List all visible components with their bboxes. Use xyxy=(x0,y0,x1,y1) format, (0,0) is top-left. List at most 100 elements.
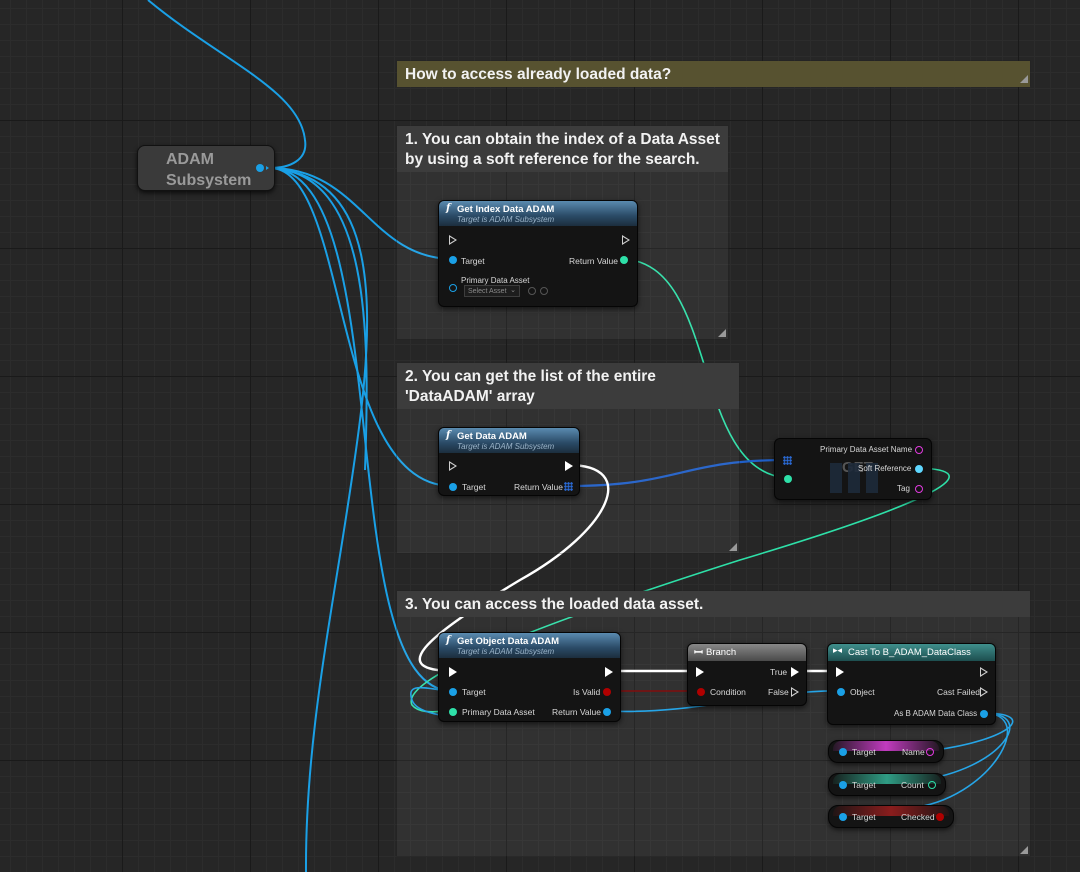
return-value-label: Return Value xyxy=(514,482,563,492)
exec-out-pin[interactable] xyxy=(980,667,988,677)
comment-title-3: 3. You can access the loaded data asset. xyxy=(397,591,1030,617)
node-header: f Get Data ADAM Target is ADAM Subsystem xyxy=(439,428,579,453)
node-header: ▸◂ Cast To B_ADAM_DataClass xyxy=(828,644,995,661)
branch-icon: ꟷ xyxy=(694,647,703,659)
cast-node[interactable]: ▸◂ Cast To B_ADAM_DataClass Object Cast … xyxy=(827,643,996,725)
return-value-pin[interactable] xyxy=(620,256,628,264)
exec-in-pin[interactable] xyxy=(449,667,457,677)
name-out-pin[interactable] xyxy=(915,446,923,454)
return-value-label: Return Value xyxy=(569,256,618,266)
wire-adam-down xyxy=(269,167,369,872)
exec-in-pin[interactable] xyxy=(836,667,844,677)
target-label: Target xyxy=(462,482,486,492)
function-icon: f xyxy=(446,635,451,646)
target-label: Target xyxy=(852,780,876,790)
exec-out-pin[interactable] xyxy=(565,461,573,471)
as-class-pin[interactable] xyxy=(980,710,988,718)
pin-arrow-icon xyxy=(266,166,269,170)
var-color-band xyxy=(833,774,941,784)
browse-icon[interactable] xyxy=(528,287,536,295)
true-exec-pin[interactable] xyxy=(791,667,799,677)
comment-title-1: 1. You can obtain the index of a Data As… xyxy=(397,126,728,172)
branch-node[interactable]: ꟷ Branch True Condition False xyxy=(687,643,807,706)
wire-adam-down-2 xyxy=(269,167,368,471)
soft-input-pin[interactable] xyxy=(784,475,792,483)
break-struct-node[interactable]: GET Primary Data Asset Name Soft Referen… xyxy=(774,438,932,500)
tag-out-pin[interactable] xyxy=(915,485,923,493)
checked-label: Checked xyxy=(901,812,935,822)
target-pin[interactable] xyxy=(449,256,457,264)
node-title: Get Object Data ADAM xyxy=(457,636,560,647)
soft-reference-pin[interactable] xyxy=(915,465,923,473)
node-title: Branch xyxy=(706,647,737,658)
var-getter-checked[interactable]: Target Checked xyxy=(828,805,954,828)
false-exec-pin[interactable] xyxy=(791,687,799,697)
primary-asset-pin[interactable] xyxy=(449,284,457,292)
select-asset-label: Select Asset xyxy=(468,288,507,295)
as-class-label: As B ADAM Data Class xyxy=(894,709,978,718)
exec-in-pin[interactable] xyxy=(449,461,457,471)
checked-out-pin[interactable] xyxy=(936,813,944,821)
return-value-pin[interactable] xyxy=(603,708,611,716)
target-pin[interactable] xyxy=(839,813,847,821)
node-header: f Get Object Data ADAM Target is ADAM Su… xyxy=(439,633,620,658)
comment-header-box[interactable]: How to access already loaded data? xyxy=(396,60,1031,87)
adam-subsystem-node[interactable]: ADAM Subsystem xyxy=(137,145,275,191)
exec-in-pin[interactable] xyxy=(449,235,457,245)
get-object-node[interactable]: f Get Object Data ADAM Target is ADAM Su… xyxy=(438,632,621,722)
soft-reference-label: Soft Reference xyxy=(858,464,912,473)
primary-asset-label: Primary Data Asset xyxy=(462,707,535,717)
exec-out-pin[interactable] xyxy=(622,235,630,245)
node-subtitle: Target is ADAM Subsystem xyxy=(457,442,555,451)
comment-title-2: 2. You can get the list of the entire 'D… xyxy=(397,363,739,409)
target-pin[interactable] xyxy=(449,483,457,491)
exec-in-pin[interactable] xyxy=(696,667,704,677)
cast-failed-label: Cast Failed xyxy=(937,687,980,697)
name-label: Name xyxy=(902,747,925,757)
name-pin-label: Primary Data Asset Name xyxy=(820,445,913,454)
search-icon[interactable] xyxy=(540,287,548,295)
target-pin[interactable] xyxy=(839,781,847,789)
condition-label: Condition xyxy=(710,687,746,697)
resize-handle-icon[interactable] xyxy=(1020,75,1028,83)
function-icon: f xyxy=(446,430,451,441)
exec-out-pin[interactable] xyxy=(605,667,613,677)
chevron-down-icon: ⌄ xyxy=(510,287,516,294)
count-out-pin[interactable] xyxy=(928,781,936,789)
primary-asset-pin[interactable] xyxy=(449,708,457,716)
resize-handle-icon[interactable] xyxy=(718,329,726,337)
get-index-node[interactable]: f Get Index Data ADAM Target is ADAM Sub… xyxy=(438,200,638,307)
array-pin-icon[interactable] xyxy=(564,482,573,491)
adam-output-pin[interactable] xyxy=(256,164,264,172)
is-valid-pin[interactable] xyxy=(603,688,611,696)
object-pin[interactable] xyxy=(837,688,845,696)
count-label: Count xyxy=(901,780,924,790)
return-value-label: Return Value xyxy=(552,707,601,717)
var-getter-name[interactable]: Target Name xyxy=(828,740,944,763)
var-getter-count[interactable]: Target Count xyxy=(828,773,946,796)
object-label: Object xyxy=(850,687,875,697)
wire-top-curve xyxy=(147,0,307,169)
is-valid-label: Is Valid xyxy=(573,687,601,697)
resize-handle-icon[interactable] xyxy=(1020,846,1028,854)
resize-handle-icon[interactable] xyxy=(729,543,737,551)
node-title: Get Index Data ADAM xyxy=(457,204,555,215)
target-label: Target xyxy=(852,812,876,822)
target-pin[interactable] xyxy=(839,748,847,756)
primary-asset-label: Primary Data Asset xyxy=(461,276,530,285)
cast-failed-pin[interactable] xyxy=(980,687,988,697)
node-subtitle: Target is ADAM Subsystem xyxy=(457,215,555,224)
array-input-pin[interactable] xyxy=(783,456,792,465)
target-label: Target xyxy=(461,256,485,266)
false-label: False xyxy=(768,687,789,697)
select-asset-dropdown[interactable]: Select Asset ⌄ xyxy=(464,285,520,297)
target-pin[interactable] xyxy=(449,688,457,696)
node-header: f Get Index Data ADAM Target is ADAM Sub… xyxy=(439,201,637,226)
tag-label: Tag xyxy=(897,484,910,493)
target-label: Target xyxy=(852,747,876,757)
name-out-pin[interactable] xyxy=(926,748,934,756)
true-label: True xyxy=(770,667,788,677)
get-data-node[interactable]: f Get Data ADAM Target is ADAM Subsystem… xyxy=(438,427,580,496)
condition-pin[interactable] xyxy=(697,688,705,696)
function-icon: f xyxy=(446,203,451,214)
